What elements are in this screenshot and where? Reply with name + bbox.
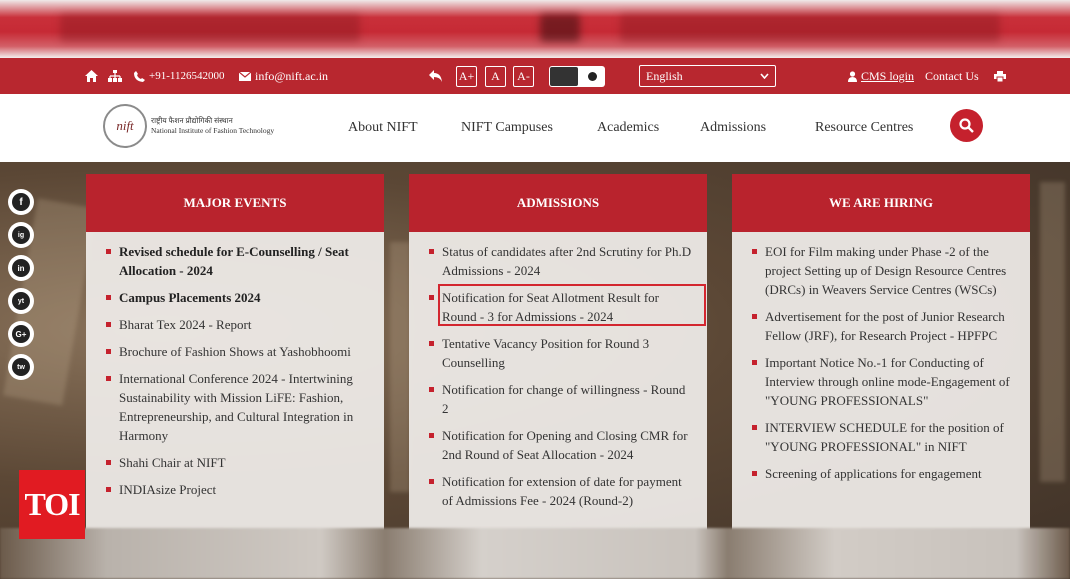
- logo-emblem: nift: [103, 104, 147, 148]
- nav-academics[interactable]: Academics: [597, 120, 659, 136]
- admissions-list: Status of candidates after 2nd Scrutiny …: [409, 232, 707, 510]
- blurred-footer: [0, 528, 1070, 579]
- toi-watermark: TOI: [19, 470, 85, 539]
- list-item[interactable]: EOI for Film making under Phase -2 of th…: [752, 242, 1016, 299]
- google-plus-icon[interactable]: G+: [8, 321, 34, 347]
- user-icon: [848, 70, 857, 82]
- nav-nift-campuses[interactable]: NIFT Campuses: [461, 120, 553, 136]
- phone-link[interactable]: +91-1126542000: [134, 58, 224, 94]
- font-normal-button[interactable]: A: [485, 65, 506, 87]
- list-item[interactable]: Notification for extension of date for p…: [429, 472, 693, 510]
- list-item[interactable]: Screening of applications for engagement: [752, 464, 1016, 483]
- home-icon[interactable]: [85, 58, 98, 94]
- nav-about-nift[interactable]: About NIFT: [348, 120, 418, 136]
- search-button[interactable]: [950, 109, 983, 142]
- cms-login-label: CMS login: [861, 68, 915, 83]
- list-item[interactable]: International Conference 2024 - Intertwi…: [106, 369, 370, 445]
- print-icon[interactable]: [994, 58, 1006, 94]
- list-item[interactable]: Revised schedule for E-Counselling / Sea…: [106, 242, 370, 280]
- contact-us-link[interactable]: Contact Us: [925, 69, 979, 84]
- font-increase-button[interactable]: A+: [456, 65, 477, 87]
- chevron-down-icon: [760, 73, 769, 79]
- major-events-panel: MAJOR EVENTS Revised schedule for E-Coun…: [86, 174, 384, 534]
- site-header: nift राष्ट्रीय फैशन प्रौद्योगिकी संस्थान…: [0, 94, 1070, 162]
- list-item[interactable]: INDIAsize Project: [106, 480, 370, 499]
- hiring-panel: WE ARE HIRING EOI for Film making under …: [732, 174, 1030, 534]
- list-item[interactable]: Shahi Chair at NIFT: [106, 453, 370, 472]
- facebook-icon[interactable]: f: [8, 189, 34, 215]
- phone-number: +91-1126542000: [149, 70, 225, 82]
- list-item[interactable]: Important Notice No.-1 for Conducting of…: [752, 353, 1016, 410]
- contrast-toggle[interactable]: [549, 65, 605, 87]
- logo-hindi-text: राष्ट्रीय फैशन प्रौद्योगिकी संस्थान: [151, 116, 233, 125]
- cms-login-link[interactable]: CMS login: [848, 58, 914, 94]
- font-decrease-button[interactable]: A-: [513, 65, 534, 87]
- admissions-panel: ADMISSIONS Status of candidates after 2n…: [409, 174, 707, 534]
- list-item[interactable]: Notification for Opening and Closing CMR…: [429, 426, 693, 464]
- nav-resource-centres[interactable]: Resource Centres: [815, 120, 913, 136]
- major-events-list: Revised schedule for E-Counselling / Sea…: [86, 232, 384, 499]
- highlight-box: [438, 284, 706, 326]
- list-item[interactable]: Bharat Tex 2024 - Report: [106, 315, 370, 334]
- list-item[interactable]: INTERVIEW SCHEDULE for the position of "…: [752, 418, 1016, 456]
- admissions-title: ADMISSIONS: [409, 174, 707, 232]
- major-events-title: MAJOR EVENTS: [86, 174, 384, 232]
- language-select[interactable]: English: [639, 65, 776, 87]
- nav-admissions[interactable]: Admissions: [700, 120, 766, 136]
- list-item[interactable]: Status of candidates after 2nd Scrutiny …: [429, 242, 693, 280]
- list-item[interactable]: Notification for change of willingness -…: [429, 380, 693, 418]
- hiring-title: WE ARE HIRING: [732, 174, 1030, 232]
- language-selected: English: [646, 68, 683, 83]
- back-icon[interactable]: [429, 58, 443, 94]
- phone-icon: [134, 70, 145, 82]
- envelope-icon: [239, 71, 251, 81]
- instagram-icon[interactable]: ig: [8, 222, 34, 248]
- twitter-icon[interactable]: tw: [8, 354, 34, 380]
- youtube-icon[interactable]: yt: [8, 288, 34, 314]
- search-icon: [959, 118, 974, 133]
- list-item[interactable]: Tentative Vacancy Position for Round 3 C…: [429, 334, 693, 372]
- sitemap-icon[interactable]: [108, 58, 122, 94]
- hiring-list: EOI for Film making under Phase -2 of th…: [732, 232, 1030, 483]
- list-item[interactable]: Brochure of Fashion Shows at Yashobhoomi: [106, 342, 370, 361]
- top-utility-bar: +91-1126542000 info@nift.ac.in A+ A A- E…: [0, 58, 1070, 94]
- list-item[interactable]: Campus Placements 2024: [106, 288, 370, 307]
- logo-english-text: National Institute of Fashion Technology: [151, 126, 275, 135]
- linkedin-icon[interactable]: in: [8, 255, 34, 281]
- email-link[interactable]: info@nift.ac.in: [239, 58, 328, 94]
- blurred-banner: [0, 0, 1070, 58]
- nift-logo[interactable]: nift राष्ट्रीय फैशन प्रौद्योगिकी संस्थान…: [103, 104, 274, 148]
- list-item[interactable]: Advertisement for the post of Junior Res…: [752, 307, 1016, 345]
- email-address: info@nift.ac.in: [255, 68, 329, 83]
